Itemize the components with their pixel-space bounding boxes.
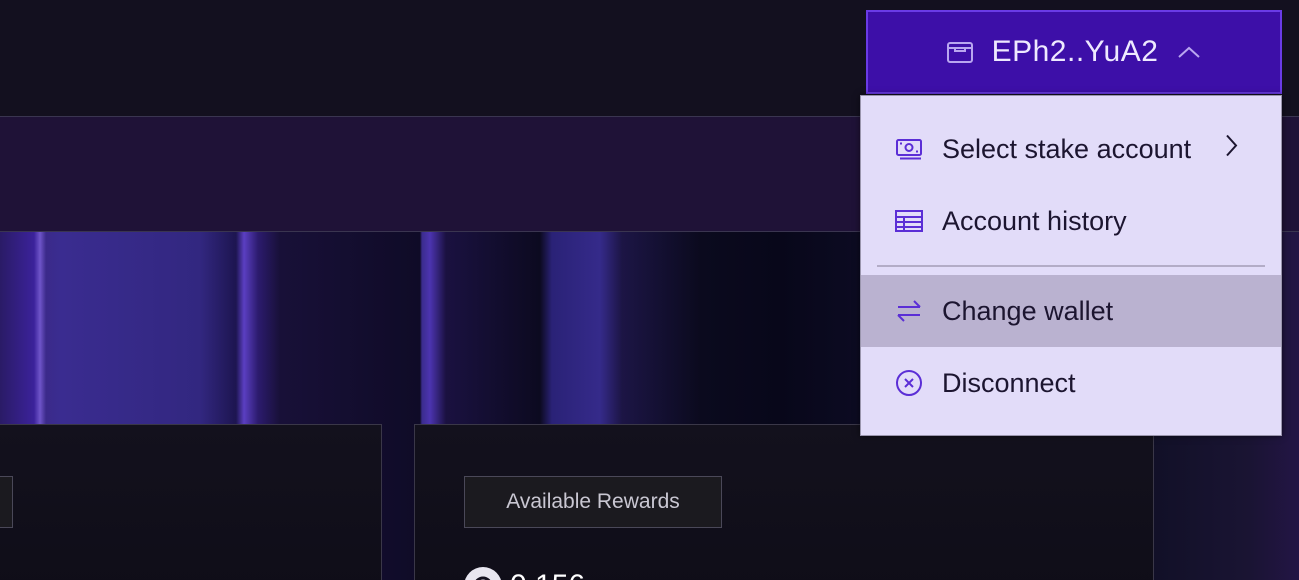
wallet-button[interactable]: EPh2..YuA2 xyxy=(866,10,1282,94)
rewards-amount: 0.156 xyxy=(464,567,585,580)
rewards-card: Available Rewards 0.156 xyxy=(414,424,1154,580)
menu-divider xyxy=(877,265,1265,267)
menu-item-label: Change wallet xyxy=(942,295,1114,326)
wallet-address: EPh2..YuA2 xyxy=(991,35,1159,68)
card-badge xyxy=(0,476,13,528)
stat-card-left xyxy=(0,424,382,580)
chevron-right-icon xyxy=(1223,133,1239,166)
chevron-up-icon xyxy=(1176,44,1202,60)
menu-item-account-history[interactable]: Account history xyxy=(861,185,1281,257)
menu-item-change-wallet[interactable]: Change wallet xyxy=(861,275,1281,347)
swap-arrows-icon xyxy=(894,296,924,326)
close-circle-icon xyxy=(894,368,924,398)
coin-icon xyxy=(464,567,502,580)
menu-item-disconnect[interactable]: Disconnect xyxy=(861,347,1281,419)
available-rewards-badge: Available Rewards xyxy=(464,476,722,528)
menu-item-label: Select stake account xyxy=(942,133,1192,164)
menu-item-label: Account history xyxy=(942,205,1127,236)
menu-item-label: Disconnect xyxy=(942,367,1076,398)
rewards-amount-value: 0.156 xyxy=(510,569,585,580)
menu-item-select-stake-account[interactable]: Select stake account xyxy=(861,113,1281,185)
account-menu: Select stake account Account history Cha… xyxy=(860,95,1282,436)
stake-account-icon xyxy=(894,134,924,164)
table-icon xyxy=(894,206,924,236)
wallet-icon xyxy=(946,39,974,65)
